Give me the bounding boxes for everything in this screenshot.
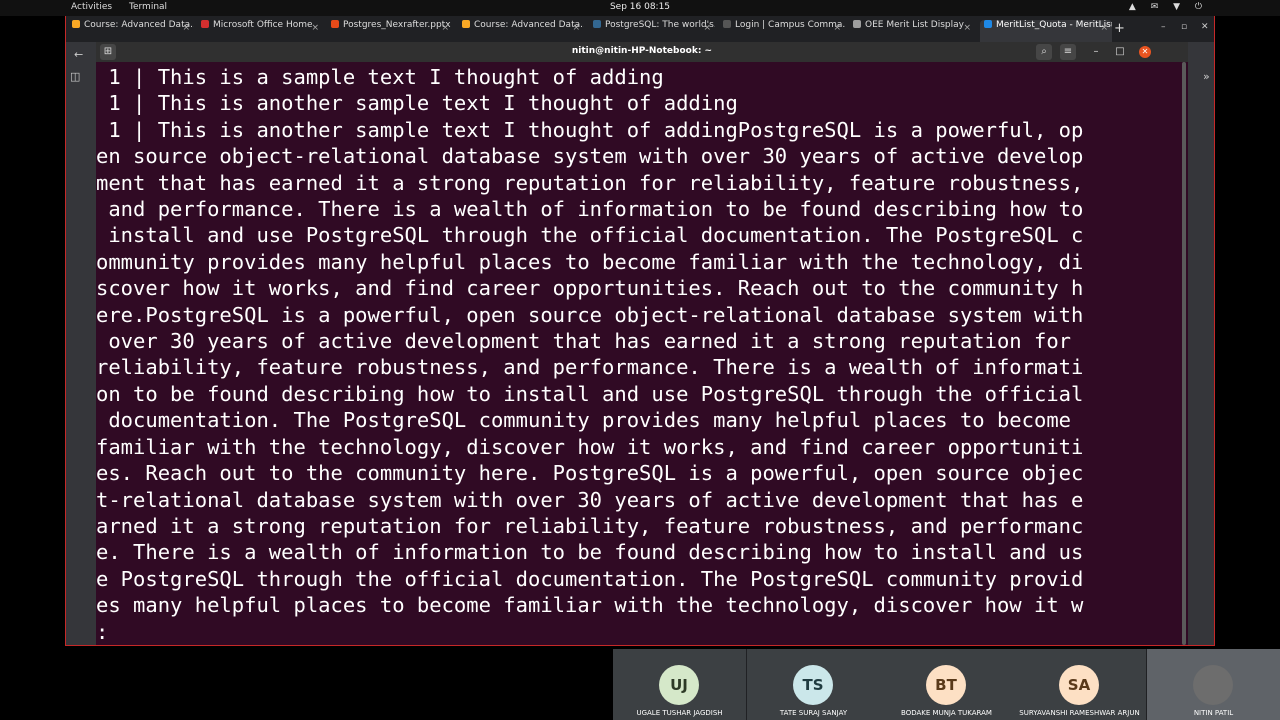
back-icon[interactable]: ← — [74, 48, 83, 61]
tab-label: Course: Advanced Data... — [474, 20, 584, 30]
close-icon[interactable]: × — [572, 23, 580, 33]
tab-3[interactable]: Course: Advanced Data... × — [462, 20, 584, 42]
tab-strip: Course: Advanced Data... × Microsoft Offi… — [66, 16, 1214, 42]
tab-label: OEE Merit List Display — [865, 20, 964, 30]
tab-5[interactable]: Login | Campus Comma... × — [723, 20, 845, 42]
chevron-right-icon[interactable]: » — [1203, 70, 1210, 83]
close-icon[interactable]: × — [833, 23, 841, 33]
scrollbar[interactable] — [1182, 62, 1186, 645]
window-title: nitin@nitin-HP-Notebook: ~ — [571, 46, 713, 56]
avatar: UJ — [659, 665, 699, 705]
hamburger-menu-icon[interactable]: ≡ — [1060, 44, 1076, 60]
participant-name: UGALE TUSHAR JAGDISH — [636, 709, 723, 717]
tab-6[interactable]: OEE Merit List Display × — [853, 20, 975, 42]
tab-0[interactable]: Course: Advanced Data... × — [72, 20, 194, 42]
new-tab-button[interactable]: + — [1114, 21, 1125, 36]
participant-name: SURYAVANSHI RAMESHWAR ARJUN — [1019, 709, 1140, 717]
tab-favicon-icon — [593, 20, 601, 28]
close-icon[interactable]: × — [182, 23, 190, 33]
tab-label: PostgreSQL: The world's... — [605, 20, 715, 30]
terminal-titlebar: ⊞ nitin@nitin-HP-Notebook: ~ ⌕ ≡ – □ ✕ — [96, 42, 1188, 62]
tab-2[interactable]: Postgres_Nexrafter.pptx × — [331, 20, 453, 42]
tab-1[interactable]: Microsoft Office Home × — [201, 20, 323, 42]
terminal-output[interactable]: 1 | This is a sample text I thought of a… — [96, 62, 1188, 645]
terminal-window: ⊞ nitin@nitin-HP-Notebook: ~ ⌕ ≡ – □ ✕ 1… — [96, 42, 1188, 645]
search-icon[interactable]: ⌕ — [1036, 44, 1052, 60]
participant-name: BODAKE MUNJA TUKARAM — [901, 709, 992, 717]
participant-tile[interactable]: UJ UGALE TUSHAR JAGDISH — [613, 649, 746, 720]
avatar: SA — [1059, 665, 1099, 705]
browser-window: Course: Advanced Data... × Microsoft Offi… — [65, 16, 1215, 646]
avatar: TS — [793, 665, 833, 705]
system-top-bar: Activities Terminal Sep 16 08:15 ▲ ✉ ▼ ⏻ — [0, 0, 1280, 16]
close-window-icon[interactable]: ✕ — [1201, 22, 1209, 32]
close-icon[interactable]: × — [1100, 23, 1108, 33]
close-icon[interactable]: × — [703, 23, 711, 33]
tab-favicon-icon — [984, 20, 992, 28]
tab-7-active[interactable]: MeritList_Quota - MeritList... × — [980, 20, 1112, 42]
participant-tile[interactable]: TS TATE SURAJ SANJAY — [747, 649, 880, 720]
minimize-icon[interactable]: – — [1161, 22, 1166, 32]
maximize-icon[interactable]: □ — [1112, 44, 1128, 60]
tab-favicon-icon — [331, 20, 339, 28]
close-icon[interactable]: ✕ — [1139, 46, 1151, 58]
tab-label: Postgres_Nexrafter.pptx — [343, 20, 451, 30]
terminal-text: 1 | This is a sample text I thought of a… — [96, 65, 1084, 644]
tab-favicon-icon — [201, 20, 209, 28]
avatar: BT — [926, 665, 966, 705]
close-icon[interactable]: × — [311, 23, 319, 33]
tab-label: MeritList_Quota - MeritList... — [996, 20, 1112, 30]
tab-favicon-icon — [853, 20, 861, 28]
tab-label: Microsoft Office Home — [213, 20, 313, 30]
participant-name: TATE SURAJ SANJAY — [779, 709, 848, 717]
close-icon[interactable]: × — [441, 23, 449, 33]
system-tray[interactable]: ▲ ✉ ▼ ⏻ — [1129, 2, 1208, 12]
participant-tile[interactable]: SA SURYAVANSHI RAMESHWAR ARJUN — [1013, 649, 1146, 720]
sidebar-toggle-icon[interactable]: ◫ — [70, 70, 80, 83]
tab-favicon-icon — [723, 20, 731, 28]
participant-name: NITIN PATIL — [1193, 709, 1234, 717]
participant-tile[interactable]: BT BODAKE MUNJA TUKARAM — [880, 649, 1013, 720]
tab-favicon-icon — [462, 20, 470, 28]
meeting-participants-strip: UJ UGALE TUSHAR JAGDISH TS TATE SURAJ SA… — [613, 649, 1280, 720]
maximize-icon[interactable]: ▫ — [1181, 22, 1187, 32]
tab-label: Login | Campus Comma... — [735, 20, 845, 30]
tab-label: Course: Advanced Data... — [84, 20, 194, 30]
tab-favicon-icon — [72, 20, 80, 28]
avatar — [1193, 665, 1233, 705]
clock[interactable]: Sep 16 08:15 — [0, 2, 1280, 12]
tab-4[interactable]: PostgreSQL: The world's... × — [593, 20, 715, 42]
participant-tile-self[interactable]: NITIN PATIL — [1147, 649, 1280, 720]
close-icon[interactable]: × — [963, 23, 971, 33]
minimize-icon[interactable]: – — [1088, 44, 1104, 60]
